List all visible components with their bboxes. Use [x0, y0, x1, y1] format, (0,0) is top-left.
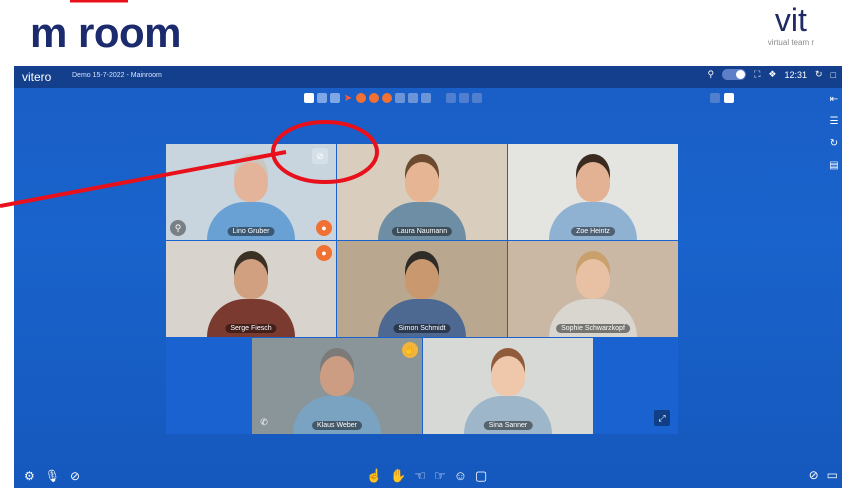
logo: vit virtual team r: [768, 4, 814, 47]
hand-wave-icon[interactable]: ✋: [390, 468, 406, 484]
zoom-icon[interactable]: ⚲: [170, 220, 186, 236]
app-brand: vitero: [22, 70, 52, 84]
video-tile[interactable]: Sophie Schwarzkopf: [508, 241, 678, 337]
presenter-toolbar: ➤: [304, 93, 482, 104]
participant-face: [405, 259, 439, 299]
collapse-icon[interactable]: ⇤: [828, 94, 840, 106]
refresh-icon[interactable]: ↻: [828, 138, 840, 150]
hand-raise-icon[interactable]: ☝: [366, 468, 382, 484]
video-tile[interactable]: Sina Sanner: [423, 338, 593, 434]
star-icon[interactable]: [421, 93, 431, 103]
participant-face: [234, 259, 268, 299]
smiley-icon[interactable]: ☺: [454, 468, 467, 484]
record-icon[interactable]: [356, 93, 366, 103]
participant-face: [576, 162, 610, 202]
video-tile[interactable]: Zoe Heintz: [508, 144, 678, 240]
fullscreen-icon[interactable]: ⛶: [754, 69, 760, 80]
participant-face: [234, 162, 268, 202]
thumb-down-icon[interactable]: ☞: [434, 468, 446, 484]
mute-pointer-icon[interactable]: ⊘: [809, 468, 819, 482]
network-icon[interactable]: ❖: [768, 69, 776, 80]
participant-name: Sophie Schwarzkopf: [556, 324, 630, 333]
mic-icon[interactable]: ●: [316, 220, 332, 236]
slide-title: m room: [30, 9, 182, 56]
participant-name: Klaus Weber: [312, 421, 362, 430]
panel-controls: [710, 93, 734, 103]
emoji-icon[interactable]: [459, 93, 469, 103]
marker-icon[interactable]: [395, 93, 405, 103]
video-tile[interactable]: ⚲ ● ⊘ Lino Gruber: [166, 144, 336, 240]
video-grid: ⚲ ● ⊘ Lino Gruber Laura Naumann Zoe Hein…: [166, 144, 678, 434]
screen-icon[interactable]: [330, 93, 340, 103]
refresh-icon[interactable]: ↻: [815, 69, 823, 80]
view-toggle[interactable]: [722, 69, 747, 80]
save-icon[interactable]: ▤: [828, 160, 840, 172]
side-toolbar: ⇤ ☰ ↻ ▤: [828, 94, 840, 172]
gear-icon[interactable]: ⚙: [24, 469, 35, 483]
phone-icon[interactable]: ✆: [256, 414, 272, 430]
mic-icon[interactable]: 🎙: [45, 469, 60, 483]
participant-face: [320, 356, 354, 396]
participant-name: Zoe Heintz: [571, 227, 615, 236]
layout-icon[interactable]: [724, 93, 734, 103]
thumb-up-icon[interactable]: ☜: [414, 468, 426, 484]
image-icon[interactable]: [304, 93, 314, 103]
bottom-left-controls: ⚙ 🎙 ⊘: [24, 469, 80, 483]
hand-raise-icon[interactable]: ✋: [402, 342, 418, 358]
chat-icon[interactable]: ▢: [475, 468, 487, 484]
chat-icon[interactable]: [472, 93, 482, 103]
camera-icon[interactable]: [317, 93, 327, 103]
vitero-app-window: vitero Demo 15-7-2022 - Mainroom ⚲ ⛶ ❖ 1…: [14, 66, 842, 488]
logo-text: vit: [774, 2, 807, 38]
pin-icon[interactable]: [710, 93, 720, 103]
camera-off-icon[interactable]: ⊘: [70, 469, 80, 483]
camera-off-icon[interactable]: ⊘: [312, 148, 328, 164]
video-tile[interactable]: ● Serge Fiesch: [166, 241, 336, 337]
mic-active-icon[interactable]: ●: [316, 245, 332, 261]
participant-name: Laura Naumann: [391, 227, 453, 236]
window-icon[interactable]: □: [831, 70, 836, 80]
bottom-right-controls: ⊘ ▭: [809, 468, 838, 482]
participant-face: [576, 259, 610, 299]
list-icon[interactable]: ☰: [828, 116, 840, 128]
bottom-bar: ⚙ 🎙 ⊘ ☝ ✋ ☜ ☞ ☺ ▢ ⊘ ▭: [14, 464, 842, 488]
pointer-icon[interactable]: ➤: [343, 93, 353, 104]
session-title: Demo 15-7-2022 - Mainroom: [72, 72, 162, 79]
participant-face: [491, 356, 525, 396]
video-tile[interactable]: ✆ ✋ Klaus Weber: [252, 338, 422, 434]
reaction-bar: ☝ ✋ ☜ ☞ ☺ ▢: [366, 468, 487, 484]
stop-icon[interactable]: [382, 93, 392, 103]
clock: 12:31: [784, 69, 808, 80]
settings-icon[interactable]: [369, 93, 379, 103]
expand-icon[interactable]: ⤢: [654, 410, 670, 426]
grid-icon[interactable]: [408, 93, 418, 103]
logo-subtitle: virtual team r: [767, 38, 814, 47]
video-tile[interactable]: Laura Naumann: [337, 144, 507, 240]
camera-off-icon[interactable]: [446, 93, 456, 103]
search-icon[interactable]: ⚲: [708, 69, 715, 80]
participant-name: Sina Sanner: [483, 421, 533, 430]
participant-name: Lino Gruber: [227, 227, 275, 236]
video-tile[interactable]: Simon Schmidt: [337, 241, 507, 337]
top-bar-controls: ⚲ ⛶ ❖ 12:31 ↻ □: [708, 69, 836, 80]
top-bar: vitero Demo 15-7-2022 - Mainroom ⚲ ⛶ ❖ 1…: [14, 66, 842, 88]
participant-name: Simon Schmidt: [393, 324, 451, 333]
participant-name: Serge Fiesch: [225, 324, 277, 333]
participant-face: [405, 162, 439, 202]
screen-share-icon[interactable]: ▭: [827, 468, 838, 482]
